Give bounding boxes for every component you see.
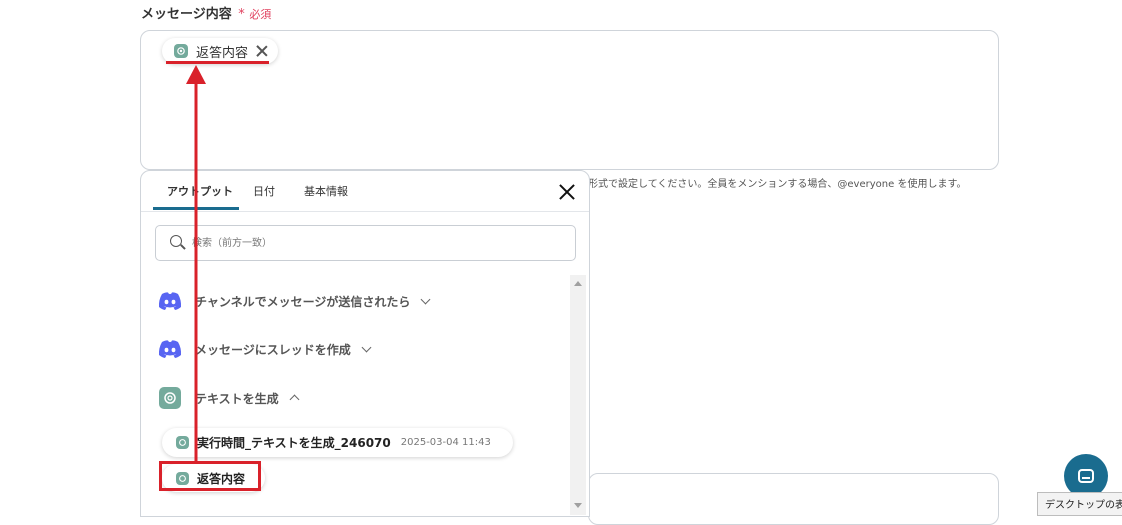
- chevron-up-icon: [289, 394, 300, 405]
- discord-icon: [157, 291, 183, 311]
- chevron-down-icon: [361, 342, 372, 352]
- search-input[interactable]: [190, 232, 564, 254]
- item-value: 2025-03-04 11:43: [400, 437, 491, 448]
- scroll-down-arrow[interactable]: [574, 503, 582, 508]
- chip-label: 返答内容: [196, 45, 249, 61]
- scrollbar[interactable]: [570, 275, 586, 515]
- group-channel-message[interactable]: チャンネルでメッセージが送信されたら: [157, 291, 431, 311]
- secondary-input-box[interactable]: [588, 473, 999, 525]
- tab-bar: アウトプット 日付 基本情報: [141, 171, 589, 212]
- close-icon[interactable]: [559, 184, 575, 200]
- annotation-underline: [166, 61, 269, 64]
- remove-chip-icon[interactable]: [256, 45, 268, 57]
- chatgpt-icon: [174, 44, 188, 58]
- list-item-execution-time[interactable]: 実行時間_テキストを生成_246070 2025-03-04 11:43: [162, 428, 513, 457]
- tab-date[interactable]: 日付: [253, 183, 275, 199]
- group-label: メッセージにスレッドを作成: [195, 342, 351, 357]
- search-box[interactable]: [155, 225, 576, 261]
- group-label: チャンネルでメッセージが送信されたら: [195, 294, 411, 309]
- required-mark: *: [238, 7, 245, 22]
- tab-output[interactable]: アウトプット: [167, 183, 233, 199]
- chatgpt-icon: [159, 387, 181, 409]
- hint-text: 形式で設定してください。全員をメンションする場合、@everyone を使用しま…: [588, 179, 967, 190]
- group-generate-text[interactable]: テキストを生成: [157, 387, 300, 409]
- discord-icon: [157, 339, 183, 359]
- message-field-label: メッセージ内容 * 必須: [141, 3, 271, 22]
- field-label-text: メッセージ内容: [141, 7, 232, 22]
- chatgpt-icon: [176, 436, 189, 449]
- search-icon: [170, 235, 182, 247]
- annotation-highlight-box: [159, 461, 261, 491]
- chevron-down-icon: [420, 294, 431, 304]
- scroll-up-arrow[interactable]: [574, 281, 582, 286]
- active-tab-indicator: [153, 207, 239, 210]
- group-label: テキストを生成: [195, 391, 279, 406]
- tab-basic-info[interactable]: 基本情報: [304, 183, 348, 199]
- required-text: 必須: [249, 8, 272, 21]
- item-label: 実行時間_テキストを生成_246070: [197, 436, 391, 450]
- chat-icon: [1078, 469, 1094, 483]
- group-create-thread[interactable]: メッセージにスレッドを作成: [157, 339, 372, 359]
- desktop-tooltip: デスクトップの表示: [1037, 492, 1122, 516]
